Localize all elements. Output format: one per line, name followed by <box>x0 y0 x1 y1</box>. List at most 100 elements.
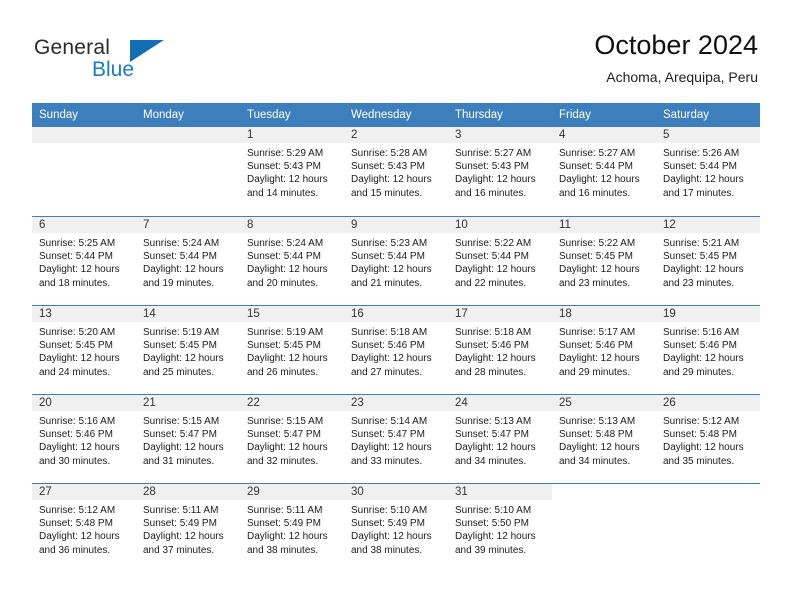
day-number <box>552 484 656 500</box>
day-cell[interactable]: 29 Sunrise: 5:11 AM Sunset: 5:49 PM Dayligh… <box>240 483 344 572</box>
day-details: Sunrise: 5:11 AM Sunset: 5:49 PM Daylight:… <box>136 500 240 557</box>
day-cell[interactable]: 31 Sunrise: 5:10 AM Sunset: 5:50 PM Dayligh… <box>448 483 552 572</box>
weekday-header-monday: Monday <box>136 103 240 127</box>
calendar-cell <box>552 483 656 572</box>
daylight-text-line1: Daylight: 12 hours <box>559 174 640 186</box>
day-cell[interactable]: 21 Sunrise: 5:15 AM Sunset: 5:47 PM Dayligh… <box>136 394 240 483</box>
day-cell[interactable]: 2 Sunrise: 5:28 AM Sunset: 5:43 PM Daylight… <box>344 127 448 216</box>
sunrise-text: Sunrise: 5:16 AM <box>39 416 116 427</box>
daylight-text-line1: Daylight: 12 hours <box>663 174 744 186</box>
day-cell[interactable]: 3 Sunrise: 5:27 AM Sunset: 5:43 PM Daylight… <box>448 127 552 216</box>
daylight-text-line1: Daylight: 12 hours <box>663 353 744 365</box>
day-cell[interactable]: 27 Sunrise: 5:12 AM Sunset: 5:48 PM Dayligh… <box>32 483 136 572</box>
day-cell[interactable]: 13 Sunrise: 5:20 AM Sunset: 5:45 PM Dayligh… <box>32 305 136 394</box>
day-cell[interactable]: 8 Sunrise: 5:24 AM Sunset: 5:44 PM Daylight… <box>240 216 344 305</box>
day-cell[interactable]: 6 Sunrise: 5:25 AM Sunset: 5:44 PM Daylight… <box>32 216 136 305</box>
day-cell[interactable]: 25 Sunrise: 5:13 AM Sunset: 5:48 PM Dayligh… <box>552 394 656 483</box>
day-cell[interactable]: 20 Sunrise: 5:16 AM Sunset: 5:46 PM Dayligh… <box>32 394 136 483</box>
logo-text-general: General <box>34 36 111 59</box>
calendar-cell: 21 Sunrise: 5:15 AM Sunset: 5:47 PM Dayligh… <box>136 394 240 483</box>
daylight-text-line1: Daylight: 12 hours <box>143 353 224 365</box>
day-cell[interactable]: 5 Sunrise: 5:26 AM Sunset: 5:44 PM Daylight… <box>656 127 760 216</box>
weekday-header-friday: Friday <box>552 103 656 127</box>
daylight-text-line2: and 38 minutes. <box>351 544 423 556</box>
sunset-text: Sunset: 5:44 PM <box>143 251 217 263</box>
calendar-cell: 16 Sunrise: 5:18 AM Sunset: 5:46 PM Dayligh… <box>344 305 448 394</box>
day-number: 26 <box>656 395 760 411</box>
daylight-text-line1: Daylight: 12 hours <box>39 353 120 365</box>
day-number <box>136 127 240 143</box>
day-details: Sunrise: 5:27 AM Sunset: 5:44 PM Daylight:… <box>552 143 656 200</box>
weekday-header-row: Sunday Monday Tuesday Wednesday Thursday… <box>32 103 760 127</box>
sunset-text: Sunset: 5:44 PM <box>351 251 425 263</box>
day-cell[interactable]: 7 Sunrise: 5:24 AM Sunset: 5:44 PM Daylight… <box>136 216 240 305</box>
calendar-cell: 3 Sunrise: 5:27 AM Sunset: 5:43 PM Daylight… <box>448 127 552 216</box>
day-cell[interactable]: 30 Sunrise: 5:10 AM Sunset: 5:49 PM Dayligh… <box>344 483 448 572</box>
calendar-cell: 10 Sunrise: 5:22 AM Sunset: 5:44 PM Dayligh… <box>448 216 552 305</box>
day-cell[interactable]: 28 Sunrise: 5:11 AM Sunset: 5:49 PM Dayligh… <box>136 483 240 572</box>
day-number: 25 <box>552 395 656 411</box>
daylight-text-line2: and 20 minutes. <box>247 277 319 289</box>
daylight-text-line2: and 37 minutes. <box>143 544 215 556</box>
sunset-text: Sunset: 5:48 PM <box>663 429 737 441</box>
day-cell[interactable]: 19 Sunrise: 5:16 AM Sunset: 5:46 PM Dayligh… <box>656 305 760 394</box>
daylight-text-line1: Daylight: 12 hours <box>455 531 536 543</box>
daylight-text-line2: and 31 minutes. <box>143 455 215 467</box>
day-cell-empty <box>32 127 136 216</box>
day-cell[interactable]: 23 Sunrise: 5:14 AM Sunset: 5:47 PM Dayligh… <box>344 394 448 483</box>
calendar-cell: 29 Sunrise: 5:11 AM Sunset: 5:49 PM Dayligh… <box>240 483 344 572</box>
day-details: Sunrise: 5:10 AM Sunset: 5:50 PM Daylight:… <box>448 500 552 557</box>
day-details: Sunrise: 5:27 AM Sunset: 5:43 PM Daylight:… <box>448 143 552 200</box>
day-cell[interactable]: 9 Sunrise: 5:23 AM Sunset: 5:44 PM Daylight… <box>344 216 448 305</box>
daylight-text-line1: Daylight: 12 hours <box>247 264 328 276</box>
day-cell[interactable]: 4 Sunrise: 5:27 AM Sunset: 5:44 PM Daylight… <box>552 127 656 216</box>
daylight-text-line1: Daylight: 12 hours <box>351 442 432 454</box>
calendar-cell: 24 Sunrise: 5:13 AM Sunset: 5:47 PM Dayligh… <box>448 394 552 483</box>
calendar-page: General Blue October 2024 Achoma, Arequi… <box>0 0 792 612</box>
day-details: Sunrise: 5:19 AM Sunset: 5:45 PM Daylight:… <box>136 322 240 379</box>
calendar-cell: 15 Sunrise: 5:19 AM Sunset: 5:45 PM Dayligh… <box>240 305 344 394</box>
day-cell[interactable]: 11 Sunrise: 5:22 AM Sunset: 5:45 PM Dayligh… <box>552 216 656 305</box>
sunrise-text: Sunrise: 5:24 AM <box>247 238 324 249</box>
calendar-cell: 17 Sunrise: 5:18 AM Sunset: 5:46 PM Dayligh… <box>448 305 552 394</box>
day-number: 9 <box>344 217 448 233</box>
day-cell[interactable]: 22 Sunrise: 5:15 AM Sunset: 5:47 PM Dayligh… <box>240 394 344 483</box>
day-cell[interactable]: 10 Sunrise: 5:22 AM Sunset: 5:44 PM Dayligh… <box>448 216 552 305</box>
daylight-text-line2: and 34 minutes. <box>455 455 527 467</box>
day-cell-empty <box>552 483 656 572</box>
calendar-cell: 14 Sunrise: 5:19 AM Sunset: 5:45 PM Dayligh… <box>136 305 240 394</box>
day-details: Sunrise: 5:16 AM Sunset: 5:46 PM Daylight:… <box>656 322 760 379</box>
daylight-text-line2: and 36 minutes. <box>39 544 111 556</box>
day-cell[interactable]: 26 Sunrise: 5:12 AM Sunset: 5:48 PM Dayligh… <box>656 394 760 483</box>
daylight-text-line2: and 16 minutes. <box>559 187 631 199</box>
daylight-text-line1: Daylight: 12 hours <box>455 442 536 454</box>
sunrise-text: Sunrise: 5:15 AM <box>143 416 220 427</box>
day-cell[interactable]: 24 Sunrise: 5:13 AM Sunset: 5:47 PM Dayligh… <box>448 394 552 483</box>
sunset-text: Sunset: 5:45 PM <box>247 340 321 352</box>
calendar-cell: 12 Sunrise: 5:21 AM Sunset: 5:45 PM Dayligh… <box>656 216 760 305</box>
location-subtitle: Achoma, Arequipa, Peru <box>606 69 758 85</box>
daylight-text-line2: and 28 minutes. <box>455 366 527 378</box>
day-cell[interactable]: 18 Sunrise: 5:17 AM Sunset: 5:46 PM Dayligh… <box>552 305 656 394</box>
daylight-text-line2: and 27 minutes. <box>351 366 423 378</box>
day-cell[interactable]: 15 Sunrise: 5:19 AM Sunset: 5:45 PM Dayligh… <box>240 305 344 394</box>
calendar-cell: 8 Sunrise: 5:24 AM Sunset: 5:44 PM Daylight… <box>240 216 344 305</box>
day-cell[interactable]: 16 Sunrise: 5:18 AM Sunset: 5:46 PM Dayligh… <box>344 305 448 394</box>
calendar-cell: 11 Sunrise: 5:22 AM Sunset: 5:45 PM Dayligh… <box>552 216 656 305</box>
day-cell[interactable]: 1 Sunrise: 5:29 AM Sunset: 5:43 PM Daylight… <box>240 127 344 216</box>
day-details: Sunrise: 5:17 AM Sunset: 5:46 PM Daylight:… <box>552 322 656 379</box>
day-number: 21 <box>136 395 240 411</box>
day-number: 6 <box>32 217 136 233</box>
day-cell-empty <box>136 127 240 216</box>
daylight-text-line2: and 23 minutes. <box>559 277 631 289</box>
day-cell[interactable]: 17 Sunrise: 5:18 AM Sunset: 5:46 PM Dayligh… <box>448 305 552 394</box>
calendar-week-row: 1 Sunrise: 5:29 AM Sunset: 5:43 PM Daylight… <box>32 127 760 216</box>
calendar-cell: 19 Sunrise: 5:16 AM Sunset: 5:46 PM Dayligh… <box>656 305 760 394</box>
daylight-text-line1: Daylight: 12 hours <box>351 174 432 186</box>
day-cell[interactable]: 14 Sunrise: 5:19 AM Sunset: 5:45 PM Dayligh… <box>136 305 240 394</box>
day-number: 14 <box>136 306 240 322</box>
day-details: Sunrise: 5:21 AM Sunset: 5:45 PM Daylight:… <box>656 233 760 290</box>
calendar-cell: 7 Sunrise: 5:24 AM Sunset: 5:44 PM Daylight… <box>136 216 240 305</box>
day-cell[interactable]: 12 Sunrise: 5:21 AM Sunset: 5:45 PM Dayligh… <box>656 216 760 305</box>
sunset-text: Sunset: 5:49 PM <box>247 518 321 530</box>
